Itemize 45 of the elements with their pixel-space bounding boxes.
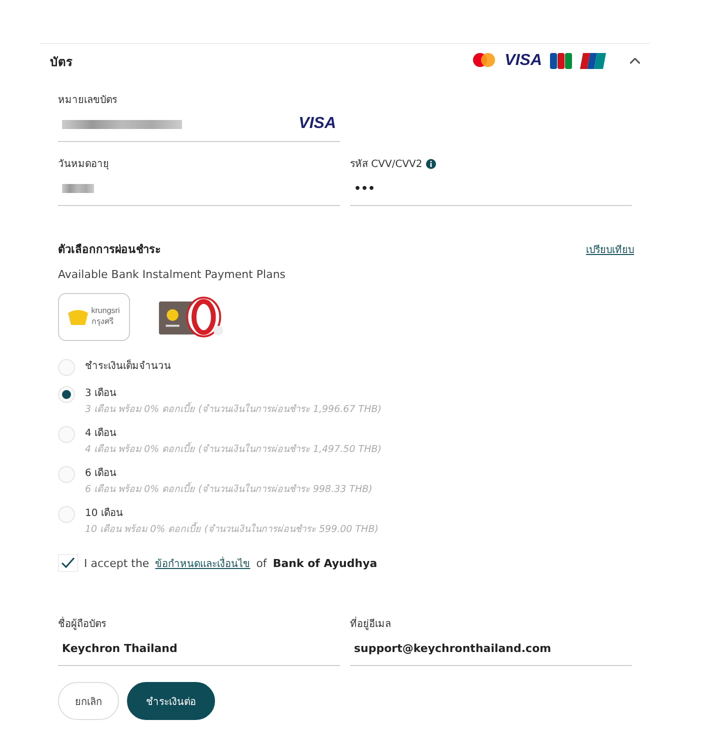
option-detail: 4 เดือน พร้อม 0% ดอกเบี้ย (จำนวนเงินในการผ่อนชำระ 1,497.50 THB) bbox=[85, 441, 382, 456]
section-heading: ตัวเลือกการผ่อนชำระ bbox=[58, 242, 161, 258]
section-title: บัตร bbox=[50, 54, 74, 70]
visa-logo: VISA bbox=[298, 115, 336, 133]
terms-link[interactable]: ข้อกำหนดและเงื่อนไข bbox=[155, 556, 250, 570]
terms-text: I accept the bbox=[84, 556, 150, 570]
option-detail: 10 เดือน พร้อม 0% ดอกเบี้ย (จำนวนเงินในการผ่อนชำระ 599.00 THB) bbox=[85, 521, 378, 536]
cardholder-field[interactable]: Keychron Thailand bbox=[58, 631, 340, 666]
continue-button[interactable]: ชำระเงินต่อ bbox=[127, 682, 215, 720]
bank-option[interactable]: krungsri กรุงศรี bbox=[58, 293, 130, 341]
cvv-field[interactable]: ••• bbox=[350, 171, 632, 206]
checkbox[interactable] bbox=[58, 554, 78, 572]
option-label: 6 เดือน bbox=[85, 466, 118, 481]
bank-name: Bank of Ayudhya bbox=[272, 556, 378, 570]
compare-link[interactable]: เปรียบเทียบ bbox=[586, 242, 634, 256]
option-detail: 3 เดือน พร้อม 0% ดอกเบี้ย (จำนวนเงินในการผ่อนชำระ 1,996.67 THB) bbox=[85, 401, 382, 416]
field-label: หมายเลขบัตร bbox=[58, 94, 118, 107]
bank-name: krungsri bbox=[91, 306, 120, 315]
card-number-field[interactable]: VISA bbox=[58, 107, 340, 142]
radio-button[interactable] bbox=[58, 359, 75, 376]
field-label: ที่อยู่อีเมล bbox=[350, 616, 632, 631]
option-label: ชำระเงินเต็มจำนวน bbox=[85, 359, 171, 374]
jcb-icon bbox=[550, 53, 572, 69]
radio-button[interactable] bbox=[58, 426, 75, 443]
krungsri-logo-icon bbox=[68, 309, 88, 325]
redacted-value bbox=[62, 184, 94, 192]
field-label: วันหมดอายุ bbox=[58, 158, 110, 171]
info-icon[interactable] bbox=[426, 158, 436, 168]
option-label: 10 เดือน bbox=[85, 506, 124, 521]
option-detail: 6 เดือน พร้อม 0% ดอกเบี้ย (จำนวนเงินในการผ่อนชำระ 998.33 THB) bbox=[85, 481, 372, 496]
visa-logo: VISA bbox=[504, 52, 542, 70]
bank-name-thai: กรุงศรี bbox=[91, 316, 114, 328]
radio-button[interactable] bbox=[58, 386, 75, 403]
email-field[interactable]: support@keychronthailand.com bbox=[350, 631, 632, 666]
chevron-icon[interactable] bbox=[630, 58, 640, 64]
radio-button[interactable] bbox=[58, 506, 75, 523]
unionpay-icon bbox=[580, 53, 606, 69]
option-label: 3 เดือน bbox=[85, 386, 118, 401]
option-label: 4 เดือน bbox=[85, 426, 118, 441]
field-label: รหัส CVV/CVV2 bbox=[350, 158, 422, 171]
subtitle: Available Bank Instalment Payment Plans bbox=[58, 268, 287, 281]
radio-button[interactable] bbox=[58, 466, 75, 483]
cancel-button[interactable]: ยกเลิก bbox=[58, 682, 119, 720]
field-label: ชื่อผู้ถือบัตร bbox=[58, 616, 340, 631]
terms-text: of bbox=[256, 556, 267, 570]
